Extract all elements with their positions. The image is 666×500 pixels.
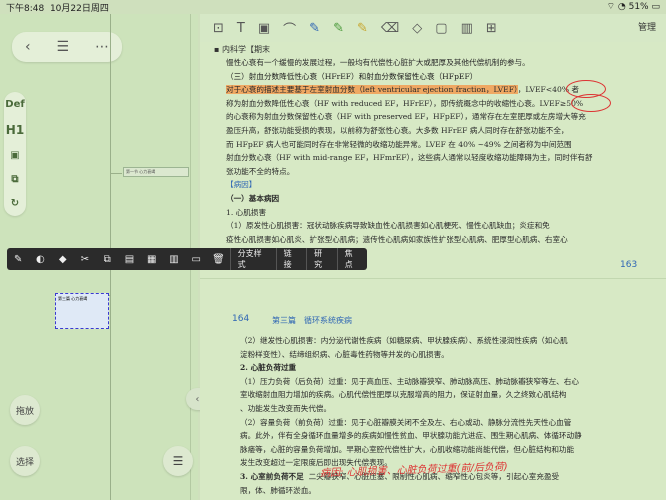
bookmark-icon[interactable]: ⊡ — [213, 21, 224, 36]
shape-icon[interactable]: ◇ — [412, 21, 422, 36]
palette-icon[interactable]: ◐ — [29, 254, 51, 265]
document-toolbar: ⊡ T ▣ ⌒ ✎ ✎ ✎ ⌫ ◇ ▢ ▥ ⊞ 管理 — [200, 14, 666, 42]
drag-button[interactable]: 拖放 — [10, 395, 40, 425]
page-number: 164 — [232, 314, 250, 324]
lasso-icon[interactable]: ⌒ — [283, 19, 296, 38]
style-tools: Def H1 ▣ ⧉ ↻ — [4, 92, 26, 216]
frame-icon[interactable]: ▣ — [10, 150, 19, 161]
paste-icon[interactable]: ▤ — [118, 254, 140, 265]
edit-icon[interactable]: ✎ — [7, 254, 29, 265]
panel-icon[interactable]: ▥ — [461, 21, 473, 36]
heading-tool[interactable]: H1 — [6, 123, 24, 137]
cut-icon[interactable]: ✂ — [74, 254, 96, 265]
list-menu-icon[interactable]: ☰ — [163, 446, 193, 476]
select-button[interactable]: 选择 — [10, 446, 40, 476]
refresh-icon[interactable]: ↻ — [11, 198, 19, 209]
image-icon[interactable]: ▢ — [435, 21, 447, 36]
grid-icon[interactable]: ⊞ — [486, 21, 497, 36]
annotation-circle — [571, 94, 611, 112]
page-number: 163 — [620, 260, 638, 270]
menu-item-research[interactable]: 研究 — [306, 248, 336, 270]
eraser-icon[interactable]: ⌫ — [381, 21, 399, 36]
text-tool-icon[interactable]: T — [237, 21, 245, 36]
back-icon[interactable]: ‹ — [25, 39, 31, 55]
context-menu: ✎ ◐ ◆ ✂ ⧉ ▤ ▦ ▥ ▭ 🗑 分支样式 链接 研究 焦点 — [7, 248, 367, 270]
map-connector — [110, 173, 122, 174]
pen-green-icon[interactable]: ✎ — [333, 21, 344, 36]
node-label: 第三篇 心力衰竭 — [58, 296, 88, 301]
definition-tool[interactable]: Def — [5, 99, 24, 110]
status-time-date: 下午8:48 10月22日周四 — [6, 4, 109, 14]
outline-icon[interactable]: ☰ — [57, 39, 70, 55]
copy-icon[interactable]: ⧉ — [96, 254, 118, 265]
mindmap-node[interactable]: 第一节 心力衰竭 — [123, 167, 189, 177]
highlighter-icon[interactable]: ✎ — [357, 21, 368, 36]
part-title: 第三篇 循环系统疾病 — [272, 316, 352, 325]
more-icon[interactable]: ⋯ — [95, 39, 109, 55]
tag-icon[interactable]: ◆ — [52, 254, 74, 265]
tray-icon[interactable]: ▭ — [185, 254, 207, 265]
trash-icon[interactable]: 🗑 — [207, 254, 229, 265]
manage-button[interactable]: 管理 — [638, 20, 656, 33]
notes-icon[interactable]: ▥ — [163, 254, 185, 265]
status-bar: 下午8:48 10月22日周四 ⌔ ◔ 51% ▭ — [0, 0, 666, 14]
clipboard-icon[interactable]: ▦ — [141, 254, 163, 265]
copy-icon[interactable]: ⧉ — [11, 174, 18, 185]
highlighted-text: 对于心衰的描述主要基于左室射血分数（left ventricular eject… — [226, 85, 518, 95]
page-divider — [200, 278, 666, 279]
mindmap-node-selected[interactable]: 第三篇 心力衰竭 — [55, 293, 109, 329]
menu-item-link[interactable]: 链接 — [275, 248, 306, 270]
status-battery: ⌔ ◔ 51% ▭ — [606, 2, 660, 12]
pen-blue-icon[interactable]: ✎ — [309, 21, 320, 36]
menu-item-focus[interactable]: 焦点 — [336, 248, 367, 270]
mindmap-toolbar: ‹ ☰ ⋯ — [12, 32, 122, 62]
pdf-page[interactable]: ▪ 内科学【期末 慢性心衰有一个缓慢的发展过程，一般均有代偿性心脏扩大或肥厚及其… — [200, 42, 666, 500]
text-frame-icon[interactable]: ▣ — [258, 21, 270, 36]
document-header: ▪ 内科学【期末 — [214, 45, 270, 54]
menu-item-branch-style[interactable]: 分支样式 — [229, 248, 276, 270]
